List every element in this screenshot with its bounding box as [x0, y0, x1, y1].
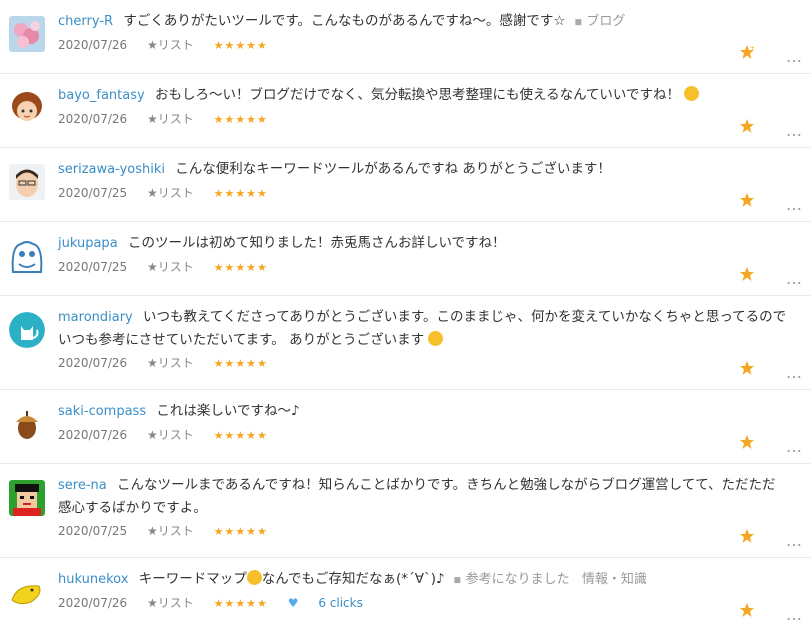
comment-date[interactable]: 2020/07/26: [58, 428, 127, 442]
star-list-link[interactable]: ★リスト: [147, 356, 194, 370]
add-star-icon[interactable]: [739, 266, 755, 282]
comment-text: おもしろ〜い！ブログだけでなく、気分転換や思考整理にも使えるなんていいですね！: [154, 87, 680, 103]
blue-monster-avatar[interactable]: [9, 238, 45, 274]
comment-item: sere-na こんなツールまであるんですね！知らんことばかりです。きちんと勉強…: [0, 464, 811, 558]
more-options-icon[interactable]: …: [786, 533, 803, 549]
comment-date[interactable]: 2020/07/26: [58, 112, 127, 126]
surprised-emoji-icon: [246, 570, 262, 585]
comment-text: いつも教えてくださってありがとうございます。このままじゃ、何かを変えていかなくち…: [58, 309, 787, 348]
comment-item: cherry-R すごくありがたいツールです。こんなものがあるんですね〜。感謝で…: [0, 0, 811, 74]
username-link[interactable]: bayo_fantasy: [58, 88, 145, 103]
comment-date[interactable]: 2020/07/25: [58, 186, 127, 200]
star-rating: ★★★★★: [213, 357, 268, 370]
username-link[interactable]: cherry-R: [58, 14, 113, 29]
comment-tag[interactable]: ブログ: [586, 14, 625, 29]
username-link[interactable]: hukunekox: [58, 572, 128, 587]
comment-tag[interactable]: 参考になりました: [466, 572, 570, 587]
more-options-icon[interactable]: …: [786, 123, 803, 139]
clicks-link[interactable]: ♥ 6 clicks: [288, 596, 379, 610]
star-list-link[interactable]: ★リスト: [147, 596, 194, 610]
star-rating: ★★★★★: [213, 187, 268, 200]
comment-tag-extra[interactable]: 情報・知識: [582, 572, 647, 587]
star-rating: ★★★★★: [213, 597, 268, 610]
comment-item: hukunekox キーワードマップ なんでもご存知だなぁ(*´∀`)♪ ◆ 参考…: [0, 558, 811, 630]
username-link[interactable]: serizawa-yoshiki: [58, 162, 165, 177]
svg-text:+: +: [750, 45, 755, 52]
girl-face-avatar[interactable]: [9, 90, 45, 126]
pixel-face-avatar[interactable]: [9, 480, 45, 516]
acorn-avatar[interactable]: [9, 406, 45, 442]
twitter-bird-icon: ♥: [287, 596, 299, 610]
add-star-icon[interactable]: [739, 528, 755, 544]
star-list-link[interactable]: ★リスト: [147, 428, 194, 442]
add-star-icon[interactable]: [739, 118, 755, 134]
username-link[interactable]: jukupapa: [58, 236, 118, 251]
add-star-icon[interactable]: [739, 360, 755, 376]
more-options-icon[interactable]: …: [786, 439, 803, 455]
add-star-icon[interactable]: [739, 434, 755, 450]
star-rating: ★★★★★: [213, 525, 268, 538]
star-list-link[interactable]: ★リスト: [147, 112, 194, 126]
smile-emoji-icon: [428, 331, 444, 346]
comment-item: jukupapa このツールは初めて知りました！赤兎馬さんお詳しいですね！ 20…: [0, 222, 811, 296]
more-options-icon[interactable]: …: [786, 607, 803, 623]
comment-list: cherry-R すごくありがたいツールです。こんなものがあるんですね〜。感謝で…: [0, 0, 811, 630]
comment-text: これは楽しいですね〜♪: [156, 403, 300, 419]
comment-item: bayo_fantasy おもしろ〜い！ブログだけでなく、気分転換や思考整理にも…: [0, 74, 811, 148]
star-rating: ★★★★★: [213, 429, 268, 442]
username-link[interactable]: marondiary: [58, 310, 133, 325]
star-rating: ★★★★★: [213, 39, 268, 52]
comment-date[interactable]: 2020/07/25: [58, 260, 127, 274]
star-list-link[interactable]: ★リスト: [147, 186, 194, 200]
star-list-link[interactable]: ★リスト: [147, 38, 194, 52]
username-link[interactable]: sere-na: [58, 478, 107, 493]
star-list-link[interactable]: ★リスト: [147, 260, 194, 274]
comment-date[interactable]: 2020/07/26: [58, 356, 127, 370]
more-options-icon[interactable]: …: [786, 365, 803, 381]
comment-text: こんな便利なキーワードツールがあるんですね ありがとうございます！: [175, 161, 611, 177]
comment-date[interactable]: 2020/07/26: [58, 596, 127, 610]
comment-item: serizawa-yoshiki こんな便利なキーワードツールがあるんですね あ…: [0, 148, 811, 222]
comment-date[interactable]: 2020/07/26: [58, 38, 127, 52]
comment-text: こんなツールまであるんですね！知らんことばかりです。きちんと勉強しながらブログ運…: [58, 477, 776, 516]
more-options-icon[interactable]: …: [786, 271, 803, 287]
comment-item: marondiary いつも教えてくださってありがとうございます。このままじゃ、…: [0, 296, 811, 390]
more-options-icon[interactable]: …: [786, 49, 803, 65]
add-star-icon[interactable]: [739, 192, 755, 208]
comment-text: キーワードマップ: [138, 571, 247, 587]
add-star-icon[interactable]: [739, 602, 755, 618]
more-options-icon[interactable]: …: [786, 197, 803, 213]
star-list-link[interactable]: ★リスト: [147, 524, 194, 538]
comment-text: このツールは初めて知りました！赤兎馬さんお詳しいですね！: [127, 235, 506, 251]
cat-avatar[interactable]: [9, 312, 45, 348]
comment-date[interactable]: 2020/07/25: [58, 524, 127, 538]
comment-text: すごくありがたいツールです。こんなものがあるんですね〜。感謝です☆: [123, 13, 566, 29]
cherry-blossom-avatar[interactable]: [9, 16, 45, 52]
comment-text-continued: なんでもご存知だなぁ(*´∀`)♪: [261, 571, 445, 587]
yellow-banana-avatar[interactable]: [9, 574, 45, 610]
add-star-icon[interactable]: +: [739, 44, 755, 60]
username-link[interactable]: saki-compass: [58, 404, 146, 419]
comment-item: saki-compass これは楽しいですね〜♪ 2020/07/26 ★リスト…: [0, 390, 811, 464]
smile-emoji-icon: [684, 86, 700, 101]
star-rating: ★★★★★: [213, 261, 268, 274]
man-face-avatar[interactable]: [9, 164, 45, 200]
star-rating: ★★★★★: [213, 113, 268, 126]
